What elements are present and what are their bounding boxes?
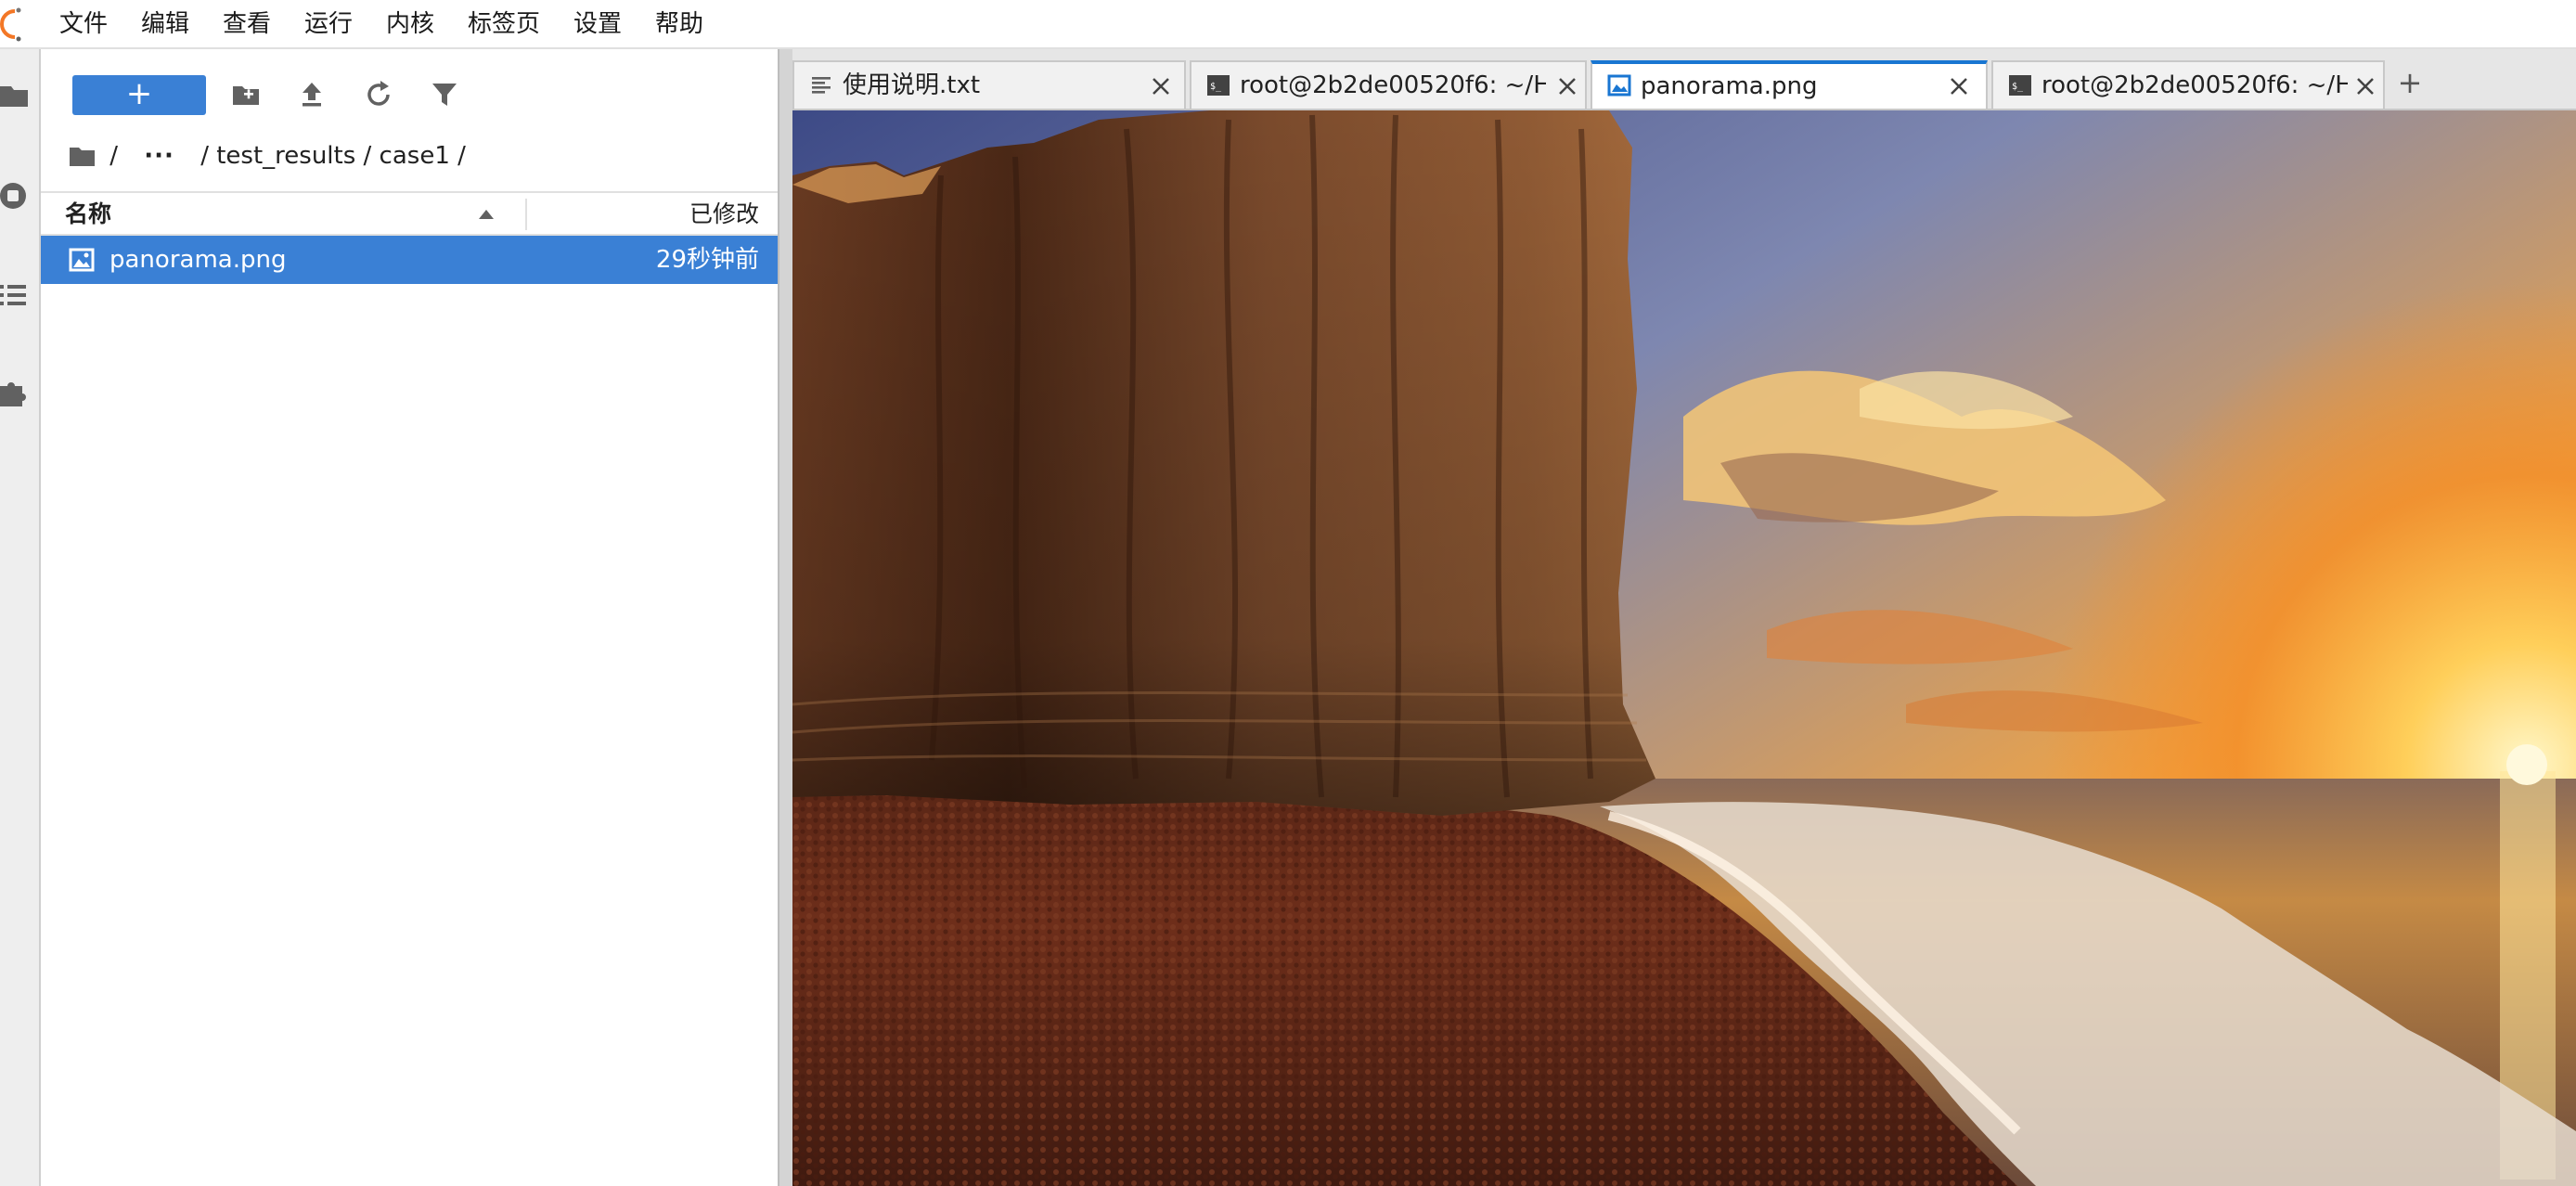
puzzle-icon[interactable] [0,375,32,412]
column-modified-header[interactable]: 已修改 [689,193,759,236]
breadcrumb-path[interactable]: / test_results / case1 / [200,137,466,174]
breadcrumb-root[interactable]: / [109,137,118,174]
menu-kernel[interactable]: 内核 [380,0,440,49]
panorama-image [792,110,2576,1186]
tab-label: root@2b2de00520f6: ~/Hu [1240,71,1546,99]
menu-bar: 文件 编辑 查看 运行 内核 标签页 设置 帮助 [0,0,2576,49]
tab-label: panorama.png [1641,72,1818,100]
add-tab-button[interactable]: + [2389,60,2431,107]
menu-tabs[interactable]: 标签页 [462,0,546,49]
close-icon[interactable] [1949,76,1969,97]
breadcrumb: / ··· / test_results / case1 / [69,136,466,174]
file-browser-panel: + / ··· / test_results / case1 / 名称 已修改 [41,49,778,1186]
tab-label: 使用说明.txt [843,71,981,99]
breadcrumb-folder-icon[interactable] [69,144,97,168]
stop-circle-icon[interactable] [0,177,32,214]
menu-file[interactable]: 文件 [54,0,113,49]
tab-terminal-1[interactable]: $_ root@2b2de00520f6: ~/Hu [1190,60,1587,110]
menu-run[interactable]: 运行 [299,0,358,49]
tab-bar: 使用说明.txt $_ root@2b2de00520f6: ~/Hu pano… [792,49,2576,112]
image-file-icon [69,248,95,272]
terminal-icon: $_ [2009,75,2031,96]
column-divider[interactable] [525,199,527,230]
file-modified: 29秒钟前 [655,246,759,274]
close-icon[interactable] [1557,76,1578,97]
tab-terminal-2[interactable]: $_ root@2b2de00520f6: ~/Hu [1991,60,2385,110]
svg-text:$_: $_ [1210,82,1222,92]
folder-icon[interactable] [0,77,32,114]
column-name-header[interactable]: 名称 [65,193,111,236]
svg-text:$_: $_ [2012,82,2024,92]
close-icon[interactable] [2355,76,2376,97]
close-icon[interactable] [1151,76,1171,97]
activity-bar [0,49,41,1186]
image-viewer [792,110,2576,1186]
file-row-panorama[interactable]: panorama.png 29秒钟前 [41,236,778,284]
menu-help[interactable]: 帮助 [650,0,709,49]
file-list-header: 名称 已修改 [41,191,778,236]
menu-settings[interactable]: 设置 [568,0,627,49]
text-file-icon [812,77,831,94]
terminal-icon: $_ [1207,75,1230,96]
upload-icon[interactable] [296,79,328,110]
file-name: panorama.png [109,246,287,274]
image-icon [1607,74,1631,97]
list-icon[interactable] [0,277,32,314]
panel-splitter[interactable] [778,49,792,1186]
jupyter-logo-icon [0,7,21,42]
breadcrumb-ellipsis[interactable]: ··· [144,137,174,174]
menu-edit[interactable]: 编辑 [135,0,195,49]
refresh-icon[interactable] [363,79,394,110]
sort-ascending-icon[interactable] [477,206,496,221]
new-folder-icon[interactable] [230,79,262,110]
tab-panorama[interactable]: panorama.png [1591,60,1988,112]
new-launcher-button[interactable]: + [72,75,206,115]
filter-icon[interactable] [429,79,460,110]
tab-label: root@2b2de00520f6: ~/Hu [2041,71,2348,99]
menu-view[interactable]: 查看 [217,0,277,49]
tab-readme[interactable]: 使用说明.txt [792,60,1186,110]
